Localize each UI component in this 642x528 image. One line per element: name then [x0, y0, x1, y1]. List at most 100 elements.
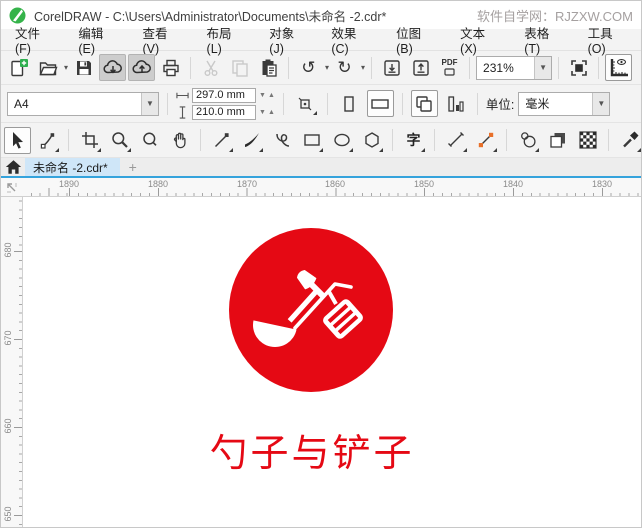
- pdf-label: PDF: [441, 58, 458, 67]
- ruler-label: 1870: [236, 179, 258, 189]
- shape-tool[interactable]: [34, 127, 61, 154]
- ellipse-tool[interactable]: [328, 127, 355, 154]
- toolbox-separator: [392, 129, 393, 151]
- freehand-tool[interactable]: [208, 127, 235, 154]
- redo-dropdown-arrow-icon[interactable]: ▾: [361, 63, 365, 72]
- undo-button[interactable]: ↺: [295, 54, 322, 81]
- transparency-tool[interactable]: [574, 127, 601, 154]
- ruler-label: 1890: [58, 179, 80, 189]
- zoom-level-combo[interactable]: 231% ▼: [476, 55, 553, 80]
- publish-pdf-button[interactable]: PDF: [436, 54, 463, 81]
- zoom-tool[interactable]: [106, 127, 133, 154]
- welcome-home-button[interactable]: [1, 158, 25, 176]
- rectangle-tool[interactable]: [298, 127, 325, 154]
- vertical-ruler[interactable]: 680 670 660 650: [1, 197, 23, 527]
- ruler-label: 1860: [324, 179, 346, 189]
- import-button[interactable]: [378, 54, 405, 81]
- page-height-icon: [179, 105, 186, 119]
- menu-view[interactable]: 查看(V): [130, 21, 194, 58]
- toolbar-separator: [558, 56, 560, 79]
- ruler-label: 1850: [413, 179, 435, 189]
- toolbar-separator: [326, 92, 328, 115]
- copy-button: [226, 54, 253, 81]
- export-button[interactable]: [407, 54, 434, 81]
- undo-dropdown-arrow-icon[interactable]: ▾: [325, 63, 329, 72]
- toolbox-separator: [608, 129, 609, 151]
- portrait-orientation-button[interactable]: [336, 90, 363, 117]
- page-height-spinner[interactable]: ▼ ▲: [259, 109, 275, 116]
- contour-tool[interactable]: [514, 127, 541, 154]
- ruler-origin-icon[interactable]: [3, 179, 19, 195]
- ruler-label: 1830: [591, 179, 613, 189]
- units-value: 毫米: [525, 97, 550, 111]
- page-height-field[interactable]: 210.0 mm: [192, 104, 256, 120]
- property-bar: A4 ▼ 297.0 mm ▼ ▲ 210.0 mm ▼ ▲ 单位: 毫米 ▼: [1, 85, 641, 123]
- open-document-button[interactable]: [34, 54, 61, 81]
- page-width-icon: [176, 92, 189, 98]
- nudge-offset-button[interactable]: [292, 90, 319, 117]
- logo-circle-graphic[interactable]: [229, 228, 393, 392]
- page-dimensions-group: 297.0 mm ▼ ▲ 210.0 mm ▼ ▲: [176, 87, 275, 120]
- units-dropdown-arrow-icon[interactable]: ▼: [592, 92, 610, 115]
- connector-tool[interactable]: [472, 127, 499, 154]
- menu-tools[interactable]: 工具(O): [576, 21, 641, 58]
- polygon-tool[interactable]: [358, 127, 385, 154]
- toolbar-separator: [598, 56, 600, 79]
- save-button[interactable]: [70, 54, 97, 81]
- page-width-field[interactable]: 297.0 mm: [192, 87, 256, 103]
- menu-effects[interactable]: 效果(C): [319, 21, 384, 58]
- new-document-button[interactable]: [5, 54, 32, 81]
- paste-button[interactable]: [255, 54, 282, 81]
- print-button[interactable]: [157, 54, 184, 81]
- new-tab-button[interactable]: +: [120, 158, 146, 176]
- zoom-secondary-tool[interactable]: [136, 127, 163, 154]
- menu-table[interactable]: 表格(T): [512, 21, 575, 58]
- show-rulers-toggle[interactable]: [605, 54, 633, 81]
- text-tool[interactable]: 字: [400, 127, 427, 154]
- page-size-combo[interactable]: A4 ▼: [7, 91, 159, 116]
- menu-bitmaps[interactable]: 位图(B): [384, 21, 448, 58]
- fullscreen-preview-button[interactable]: [565, 54, 592, 81]
- redo-button[interactable]: ↻: [331, 54, 358, 81]
- cloud-open-button[interactable]: [99, 54, 127, 81]
- zoom-dropdown-arrow-icon[interactable]: ▼: [534, 56, 552, 79]
- zoom-level-value: 231%: [483, 60, 514, 75]
- menu-text[interactable]: 文本(X): [448, 21, 512, 58]
- landscape-orientation-button[interactable]: [366, 90, 394, 117]
- ruler-label: 1880: [147, 179, 169, 189]
- page-size-dropdown-arrow-icon[interactable]: ▼: [141, 92, 158, 115]
- pick-tool[interactable]: [4, 126, 31, 154]
- menu-edit[interactable]: 编辑(E): [66, 21, 130, 58]
- toolbar-separator: [469, 56, 471, 79]
- current-page-button[interactable]: [442, 90, 469, 117]
- standard-toolbar: ▾ ↺ ▾ ↻ ▾ PDF 231% ▼: [1, 51, 641, 85]
- artistic-media-tool[interactable]: [238, 127, 265, 154]
- redo-icon: ↻: [337, 58, 352, 77]
- menu-bar: 文件(F) 编辑(E) 查看(V) 布局(L) 对象(J) 效果(C) 位图(B…: [1, 27, 641, 56]
- toolbox-separator: [200, 129, 201, 151]
- page-width-spinner[interactable]: ▼ ▲: [259, 92, 275, 99]
- page-size-value: A4: [14, 96, 29, 111]
- menu-layout[interactable]: 布局(L): [195, 21, 258, 58]
- dimension-tool[interactable]: [442, 127, 469, 154]
- document-tab-active[interactable]: 未命名 -2.cdr*: [25, 158, 120, 176]
- cloud-save-button[interactable]: [128, 54, 156, 81]
- toolbox-separator: [434, 129, 435, 151]
- all-pages-button[interactable]: [410, 90, 438, 117]
- units-combo[interactable]: 毫米 ▼: [518, 91, 611, 116]
- drawing-canvas[interactable]: 勺子与铲子: [24, 198, 641, 527]
- drop-shadow-tool[interactable]: [544, 127, 571, 154]
- ruler-label: 1840: [502, 179, 524, 189]
- curve-tool[interactable]: [268, 127, 295, 154]
- logo-text[interactable]: 勺子与铲子: [209, 422, 414, 477]
- menu-object[interactable]: 对象(J): [257, 21, 319, 58]
- menu-file[interactable]: 文件(F): [3, 21, 66, 58]
- ruler-label: 670: [3, 330, 13, 346]
- toolbar-separator: [167, 92, 168, 115]
- horizontal-ruler[interactable]: 1890 1880 1870 1860 1850 1840 1830: [1, 178, 641, 197]
- open-dropdown-arrow-icon[interactable]: ▾: [64, 63, 68, 72]
- crop-tool[interactable]: [76, 127, 103, 154]
- eyedropper-tool[interactable]: [616, 127, 641, 154]
- undo-icon: ↺: [301, 58, 316, 77]
- pan-tool[interactable]: [166, 127, 193, 154]
